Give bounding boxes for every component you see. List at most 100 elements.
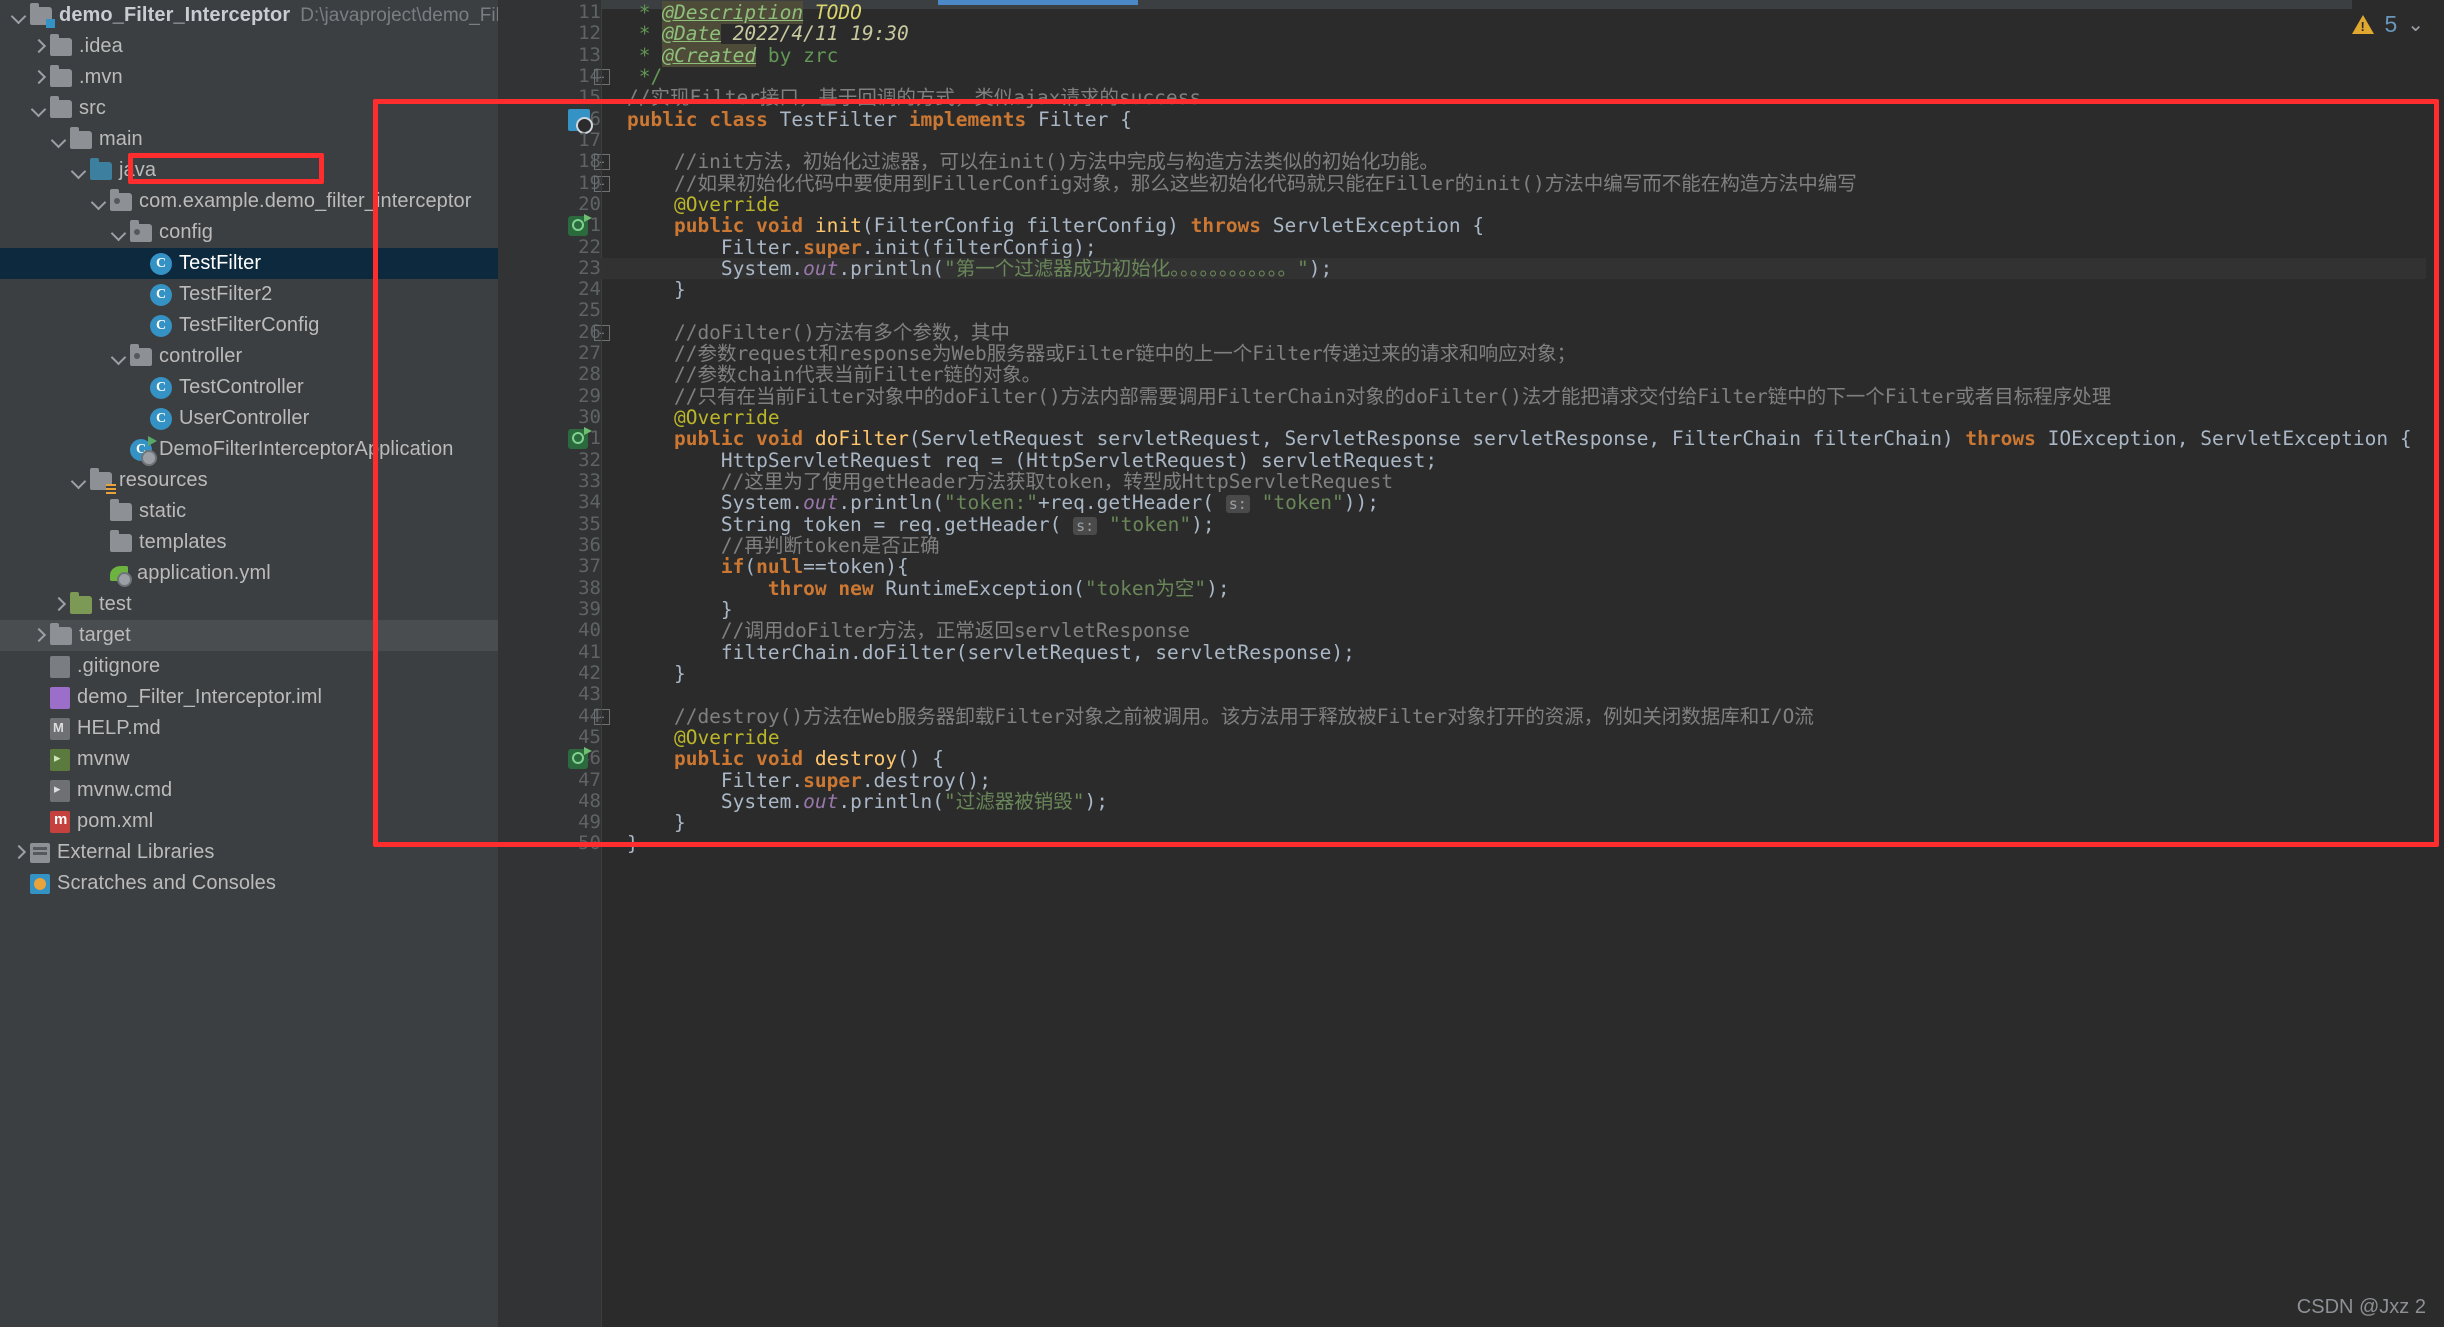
- code-line-16[interactable]: public class TestFilter implements Filte…: [627, 108, 1132, 131]
- tree-item-idea[interactable]: .idea: [0, 31, 498, 62]
- tree-item-src[interactable]: src: [0, 93, 498, 124]
- tree-item-usercontroller[interactable]: C UserController: [0, 403, 498, 434]
- tree-item-application-yml[interactable]: application.yml: [0, 558, 498, 589]
- tree-item-demo-filter-interceptor-iml[interactable]: demo_Filter_Interceptor.iml: [0, 682, 498, 713]
- tree-item-testcontroller[interactable]: C TestController: [0, 372, 498, 403]
- tree-item-scratches-and-consoles[interactable]: Scratches and Consoles: [0, 868, 498, 899]
- tree-item-demo-filter-interceptor[interactable]: demo_Filter_Interceptor D:\javaproject\de…: [0, 0, 498, 31]
- tree-item-testfilterconfig[interactable]: C TestFilterConfig: [0, 310, 498, 341]
- code-line-19[interactable]: //如果初始化代码中要使用到FillerConfig对象，那么这些初始化代码就只…: [627, 172, 1857, 195]
- code-line-30[interactable]: @Override: [627, 407, 780, 429]
- code-line-15[interactable]: //实现Filter接口，基于回调的方式，类似ajax请求的success: [627, 87, 1201, 109]
- code-line-38[interactable]: throw new RuntimeException("token为空");: [627, 577, 1230, 600]
- tree-item-test[interactable]: test: [0, 589, 498, 620]
- tree-item-testfilter2[interactable]: C TestFilter2: [0, 279, 498, 310]
- code-line-39[interactable]: }: [627, 599, 733, 621]
- tree-item-gitignore[interactable]: .gitignore: [0, 651, 498, 682]
- code-line-12[interactable]: * @Date 2022/4/11 19:30: [627, 22, 909, 46]
- tree-item-templates[interactable]: templates: [0, 527, 498, 558]
- tree-item-label: main: [99, 128, 143, 150]
- implementing-interface-icon[interactable]: [568, 108, 593, 134]
- code-line-20[interactable]: @Override: [627, 194, 780, 216]
- project-tool-window[interactable]: demo_Filter_Interceptor D:\javaproject\de…: [0, 0, 498, 1327]
- code-line-13[interactable]: * @Created by zrc: [627, 43, 838, 67]
- chevron-right-icon[interactable]: [28, 67, 50, 89]
- inspection-widget[interactable]: 5 ⌄: [2352, 0, 2444, 48]
- code-line-18[interactable]: //init方法，初始化过滤器，可以在init()方法中完成与构造方法类似的初始…: [627, 151, 1439, 173]
- chevron-down-icon[interactable]: [108, 222, 130, 244]
- tree-item-mvnw[interactable]: mvnw: [0, 744, 498, 775]
- chevron-down-icon[interactable]: [108, 346, 130, 368]
- code-line-46[interactable]: public void destroy() {: [627, 748, 944, 770]
- tree-item-testfilter[interactable]: C TestFilter: [0, 248, 498, 279]
- overriding-method-icon[interactable]: [568, 214, 592, 237]
- code-line-42[interactable]: }: [627, 663, 686, 685]
- code-line-36[interactable]: //再判断token是否正确: [627, 535, 940, 557]
- editor-gutter[interactable]: 11121314-15161718-19-20212223242526-2728…: [498, 0, 610, 1327]
- code-line-27[interactable]: //参数request和response为Web服务器或Filter链中的上一个…: [627, 343, 1576, 365]
- tree-item-controller[interactable]: controller: [0, 341, 498, 372]
- tree-item-external-libraries[interactable]: External Libraries: [0, 837, 498, 868]
- tree-item-static[interactable]: static: [0, 496, 498, 527]
- tree-item-mvnw-cmd[interactable]: mvnw.cmd: [0, 775, 498, 806]
- code-line-11[interactable]: * @Description TODO: [627, 1, 862, 24]
- tree-item-config[interactable]: config: [0, 217, 498, 248]
- overriding-method-icon[interactable]: [568, 427, 592, 450]
- code-editor[interactable]: 5 ⌄ 11121314-15161718-19-20212223242526-…: [498, 0, 2444, 1327]
- tree-item-demofilterinterceptorapplication[interactable]: C DemoFilterInterceptorApplication: [0, 434, 498, 466]
- gitignore-file-icon: [50, 655, 70, 678]
- code-line-33[interactable]: //这里为了使用getHeader方法获取token，转型成HttpServle…: [627, 471, 1393, 493]
- folder-icon: [110, 529, 132, 552]
- code-line-37[interactable]: if(null==token){: [627, 556, 909, 578]
- tree-item-target[interactable]: target: [0, 620, 498, 651]
- code-line-24[interactable]: }: [627, 279, 686, 301]
- code-line-23[interactable]: System.out.println("第一个过滤器成功初始化。。。。。。。。。…: [601, 258, 2444, 280]
- code-line-47[interactable]: Filter.super.destroy();: [627, 769, 991, 792]
- chevron-down-icon[interactable]: [48, 129, 70, 151]
- code-line-21[interactable]: public void init(FilterConfig filterConf…: [627, 215, 1484, 237]
- tree-item-com-example-demo-filter-interceptor[interactable]: com.example.demo_filter_interceptor: [0, 186, 498, 217]
- code-line-45[interactable]: @Override: [627, 727, 780, 749]
- chevron-down-icon[interactable]: ⌄: [2407, 12, 2424, 37]
- overriding-method-icon[interactable]: [568, 747, 592, 770]
- code-line-28[interactable]: //参数chain代表当前Filter链的对象。: [627, 364, 1041, 386]
- chevron-right-icon[interactable]: [8, 842, 30, 864]
- code-line-40[interactable]: //调用doFilter方法，正常返回servletResponse: [627, 620, 1190, 642]
- code-line-48[interactable]: System.out.println("过滤器被销毁");: [627, 791, 1108, 813]
- code-line-41[interactable]: filterChain.doFilter(servletRequest, ser…: [627, 641, 1355, 664]
- code-line-49[interactable]: }: [627, 812, 686, 834]
- chevron-right-icon[interactable]: [28, 36, 50, 58]
- chevron-down-icon[interactable]: [8, 5, 30, 27]
- code-line-31[interactable]: public void doFilter(ServletRequest serv…: [627, 428, 2412, 450]
- tree-item-label: mvnw: [77, 748, 130, 770]
- code-line-32[interactable]: HttpServletRequest req = (HttpServletReq…: [627, 449, 1437, 472]
- code-line-14[interactable]: */: [627, 66, 663, 88]
- tree-item-help-md[interactable]: HELP.md: [0, 713, 498, 744]
- tree-item-mvn[interactable]: .mvn: [0, 62, 498, 93]
- chevron-down-icon[interactable]: [28, 98, 50, 120]
- line-number: 12: [578, 22, 601, 45]
- editor-scrollbar[interactable]: [2426, 48, 2444, 1327]
- chevron-down-icon[interactable]: [88, 191, 110, 213]
- chevron-right-icon[interactable]: [48, 594, 70, 616]
- code-line-34[interactable]: System.out.println("token:"+req.getHeade…: [627, 492, 1379, 514]
- chevron-down-icon[interactable]: [68, 160, 90, 182]
- code-line-35[interactable]: String token = req.getHeader( s: "token"…: [627, 513, 1215, 536]
- code-line-29[interactable]: //只有在当前Filter对象中的doFilter()方法内部需要调用Filte…: [627, 386, 2111, 408]
- tree-item-java[interactable]: java: [0, 155, 498, 186]
- tree-item-main[interactable]: main: [0, 124, 498, 155]
- chevron-right-icon[interactable]: [28, 625, 50, 647]
- chevron-down-icon[interactable]: [68, 470, 90, 492]
- code-content[interactable]: * @Description TODO * @Date 2022/4/11 19…: [601, 0, 2444, 1327]
- tree-item-pom-xml[interactable]: pom.xml: [0, 806, 498, 837]
- folder-icon: [110, 498, 132, 521]
- code-line-26[interactable]: //doFilter()方法有多个参数，其中: [627, 322, 1010, 344]
- tree-item-resources[interactable]: resources: [0, 465, 498, 496]
- tree-item-label: Scratches and Consoles: [57, 872, 276, 894]
- code-line-50[interactable]: }: [627, 833, 639, 855]
- folder-icon: [50, 64, 72, 87]
- code-line-44[interactable]: //destroy()方法在Web服务器卸载Filter对象之前被调用。该方法用…: [627, 705, 1814, 728]
- code-line-22[interactable]: Filter.super.init(filterConfig);: [627, 236, 1097, 259]
